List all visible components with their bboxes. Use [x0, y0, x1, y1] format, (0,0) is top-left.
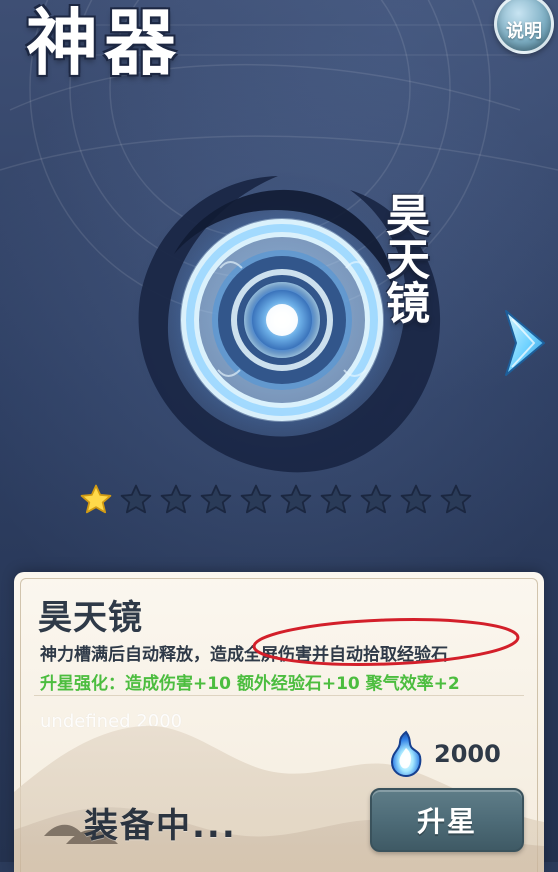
artifact-title: 昊天镜	[38, 598, 143, 638]
chevron-right-icon[interactable]	[502, 305, 548, 381]
star-rating	[78, 482, 476, 518]
cost-value: 2000	[434, 740, 501, 768]
artifact-name-vertical: 昊天镜	[378, 192, 429, 324]
upgrade-effect: 升星强化：造成伤害+10 额外经验石+10 聚气效率+2	[40, 674, 460, 694]
upgrade-star-button-label: 升星	[416, 805, 477, 838]
star-icon-empty	[440, 484, 472, 514]
panel-divider	[34, 695, 524, 696]
star-icon-empty	[160, 484, 192, 514]
upgrade-cost: 2000	[386, 730, 501, 778]
page-title: 神器	[26, 0, 183, 85]
star-icon-empty	[320, 484, 352, 514]
artifact-info-panel: 昊天镜 神力槽满后自动释放，造成全屏伤害并自动拾取经验石 升星强化：造成伤害+1…	[14, 572, 544, 872]
upgrade-star-button[interactable]: 升星	[370, 788, 524, 852]
equipped-status: 装备中...	[84, 806, 237, 846]
star-icon-empty	[120, 484, 152, 514]
artifact-description: 神力槽满后自动释放，造成全屏伤害并自动拾取经验石	[40, 645, 448, 665]
cost-debug-text: undefined 2000	[40, 711, 183, 732]
star-icon-filled	[80, 484, 112, 514]
star-icon-empty	[200, 484, 232, 514]
star-icon-empty	[280, 484, 312, 514]
star-icon-empty	[240, 484, 272, 514]
flame-icon	[390, 730, 422, 778]
help-label: 说明	[506, 21, 542, 42]
star-icon-empty	[360, 484, 392, 514]
star-icon-empty	[400, 484, 432, 514]
